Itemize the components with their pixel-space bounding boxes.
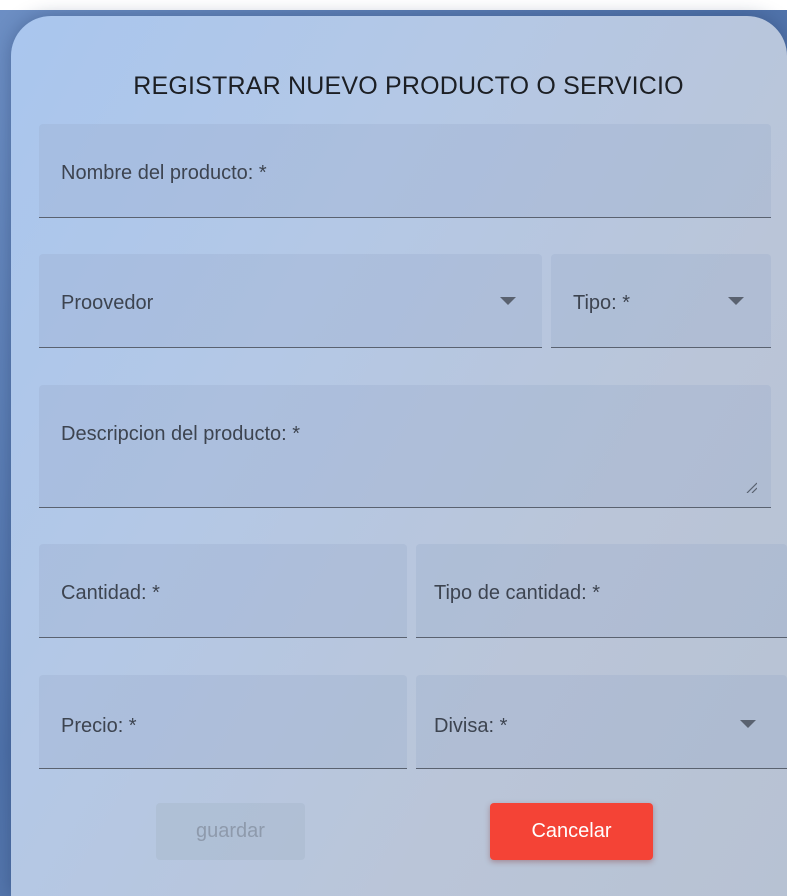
type-label: Tipo: * [573,292,631,314]
chevron-down-icon [740,720,756,728]
supplier-label: Proovedor [61,292,154,314]
cancel-button[interactable]: Cancelar [490,803,653,860]
currency-select[interactable]: Divisa: * [416,675,787,769]
register-product-dialog: REGISTRAR NUEVO PRODUCTO O SERVICIO Nomb… [11,16,787,896]
quantity-label: Cantidad: * [61,582,160,604]
supplier-select[interactable]: Proovedor [39,254,542,348]
chevron-down-icon [500,297,516,305]
type-select[interactable]: Tipo: * [551,254,771,348]
price-label: Precio: * [61,715,137,737]
currency-label: Divisa: * [434,715,508,737]
product-name-field[interactable]: Nombre del producto: * [39,124,771,218]
dialog-title: REGISTRAR NUEVO PRODUCTO O SERVICIO [133,72,684,100]
product-name-label: Nombre del producto: * [61,162,267,184]
quantity-field[interactable]: Cantidad: * [39,544,407,638]
chevron-down-icon [728,297,744,305]
product-description-label: Descripcion del producto: * [61,423,301,445]
quantity-type-field[interactable]: Tipo de cantidad: * [416,544,787,638]
price-field[interactable]: Precio: * [39,675,407,769]
resize-handle-icon[interactable] [745,481,757,493]
product-description-textarea[interactable]: Descripcion del producto: * [39,385,771,508]
quantity-type-label: Tipo de cantidad: * [434,582,601,604]
save-button[interactable]: guardar [156,803,305,860]
browser-top-strip [0,0,787,10]
